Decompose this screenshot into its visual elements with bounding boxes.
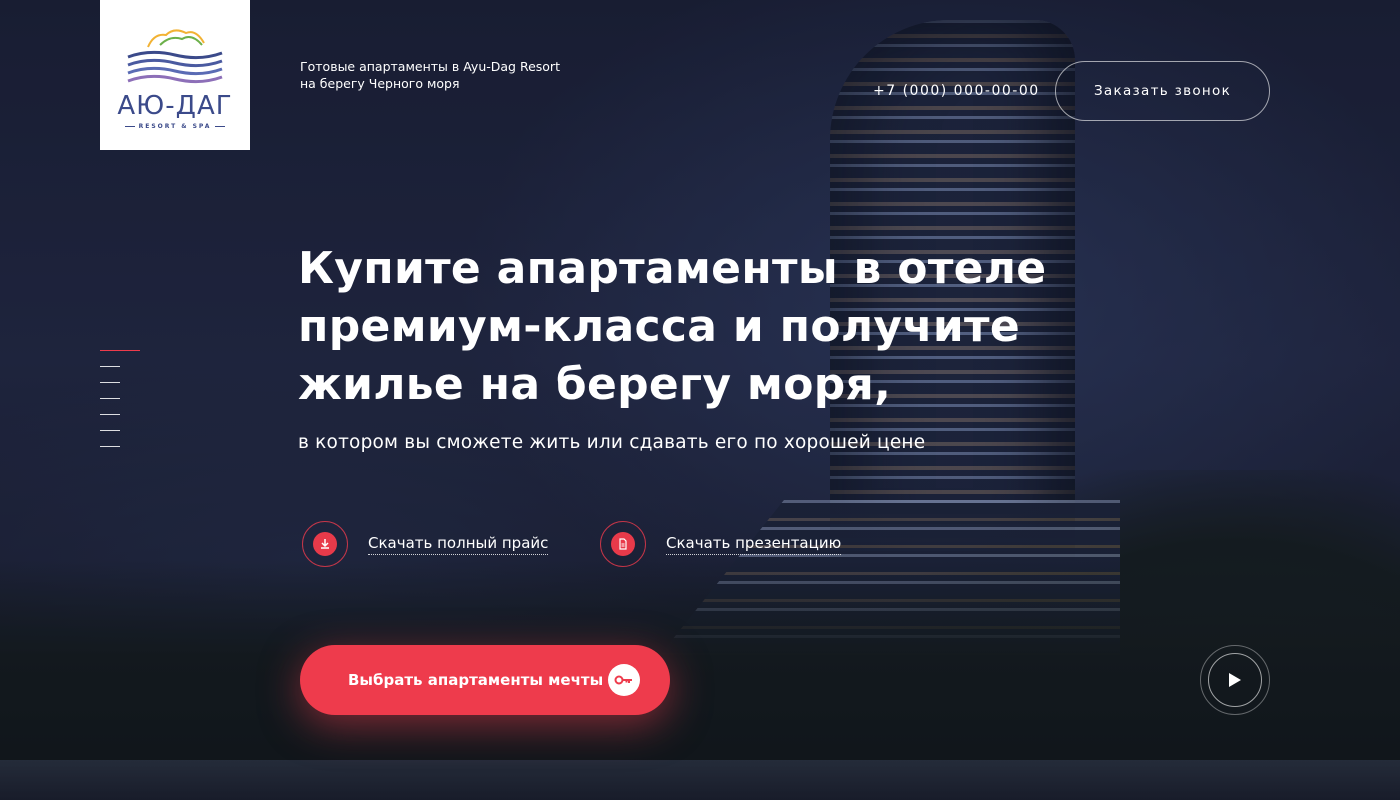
- download-price-icon-ring: [302, 521, 348, 567]
- slide-nav-item-2[interactable]: [100, 366, 120, 367]
- play-icon: [1229, 673, 1241, 687]
- header-tagline: Готовые апартаменты в Ayu-Dag Resort на …: [300, 58, 580, 92]
- download-presentation-link[interactable]: Скачать презентацию: [600, 521, 842, 567]
- logo-name: АЮ-ДАГ: [117, 90, 233, 121]
- choose-apartments-button[interactable]: Выбрать апартаменты мечты: [300, 645, 670, 715]
- hero-subheadline: в котором вы сможете жить или сдавать ег…: [298, 432, 926, 453]
- logo-mountain-waves-icon: [127, 28, 223, 83]
- document-icon: [619, 538, 627, 550]
- phone-link[interactable]: +7 (000) 000-00-00: [873, 83, 1040, 99]
- slide-navigation: [100, 350, 140, 462]
- logo-subtitle-row: RESORT & SPA: [124, 122, 226, 130]
- download-price-link[interactable]: Скачать полный прайс: [302, 521, 549, 567]
- slide-nav-item-6[interactable]: [100, 430, 120, 431]
- slide-nav-item-3[interactable]: [100, 382, 120, 383]
- headline-line-2: премиум-класса и получите: [298, 301, 1020, 352]
- download-presentation-icon-ring: [600, 521, 646, 567]
- callback-button[interactable]: Заказать звонок: [1055, 61, 1270, 121]
- play-video-button[interactable]: [1200, 645, 1270, 715]
- tagline-line-2: на берегу Черного моря: [300, 76, 460, 91]
- headline-line-3: жилье на берегу моря,: [298, 359, 892, 410]
- logo-divider: [215, 125, 226, 127]
- logo-subtitle: RESORT & SPA: [138, 122, 212, 130]
- headline-line-1: Купите апартаменты в отеле: [298, 243, 1047, 294]
- logo[interactable]: АЮ-ДАГ RESORT & SPA: [100, 0, 250, 150]
- download-price-label: Скачать полный прайс: [368, 534, 549, 555]
- slide-nav-item-1[interactable]: [100, 350, 140, 351]
- download-presentation-label: Скачать презентацию: [666, 534, 842, 555]
- slide-nav-item-7[interactable]: [100, 446, 120, 447]
- slide-nav-item-4[interactable]: [100, 398, 120, 399]
- slide-nav-item-5[interactable]: [100, 414, 120, 415]
- choose-apartments-label: Выбрать апартаменты мечты: [348, 671, 604, 689]
- key-icon: [608, 664, 640, 696]
- tagline-line-1: Готовые апартаменты в Ayu-Dag Resort: [300, 59, 560, 74]
- download-icon: [321, 539, 329, 549]
- hero-headline: Купите апартаменты в отеле премиум-класс…: [298, 240, 1058, 414]
- logo-divider: [124, 125, 135, 127]
